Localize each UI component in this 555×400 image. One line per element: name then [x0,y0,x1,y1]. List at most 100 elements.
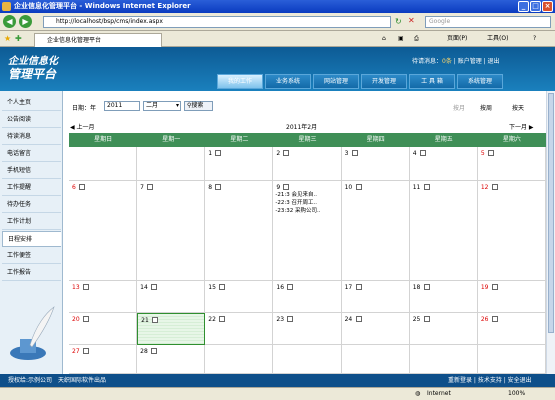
event-item[interactable]: -22:3 召开周工.. [275,200,317,207]
event-item[interactable]: -23:32 采购公司.. [275,208,320,215]
calendar-cell[interactable]: 20 [69,313,138,345]
calendar-cell[interactable]: 25 [409,313,478,345]
calendar-cell[interactable]: 11 [409,181,478,281]
footer-links[interactable]: 重新登录 | 技术支持 | 安全退出 [448,374,532,387]
view-month-button[interactable]: 按月 [453,103,465,112]
add-note-icon[interactable] [219,284,226,290]
view-day-button[interactable]: 按天 [512,103,524,112]
tab-website[interactable]: 网站管理 [313,74,359,89]
add-note-icon[interactable] [152,317,159,323]
year-input[interactable]: 2011 [104,101,140,111]
add-note-icon[interactable] [79,184,85,190]
favorites-star-icon[interactable]: ★ [4,34,11,43]
add-note-icon[interactable] [151,284,158,290]
calendar-cell[interactable]: 17 [341,281,410,313]
add-note-icon[interactable] [491,184,498,190]
calendar-cell[interactable]: 4 [409,147,478,181]
browser-tab[interactable]: 企业信息化管理平台 [34,33,162,47]
calendar-cell[interactable]: 5 [477,147,546,181]
maximize-button[interactable]: □ [530,1,541,12]
add-note-icon[interactable] [355,316,362,322]
add-note-icon[interactable] [423,316,430,322]
sidebar-item-reports[interactable]: 工作报告 [2,265,61,281]
search-button[interactable]: ⚲搜索 [184,101,213,111]
add-note-icon[interactable] [491,316,498,322]
add-note-icon[interactable] [83,316,89,322]
tab-toolbox[interactable]: 工 具 箱 [409,74,455,89]
sidebar-item-notes[interactable]: 工作便签 [2,248,61,264]
page-menu[interactable]: 页面(P) [447,34,467,44]
month-select[interactable]: 二月 ▾ [143,101,181,111]
event-item[interactable]: -21:3 会见来自.. [275,192,317,199]
calendar-cell[interactable]: 28 [137,345,206,374]
account-link[interactable]: 账户管理 [458,58,482,65]
tools-menu[interactable]: 工具(O) [487,34,508,44]
tab-system[interactable]: 系统管理 [457,74,503,89]
search-input[interactable]: Google [425,16,551,28]
calendar-cell[interactable]: 14 [137,281,206,313]
calendar-cell[interactable]: 13 [69,281,138,313]
add-note-icon[interactable] [151,348,158,354]
logout-link[interactable]: 退出 [488,58,500,65]
add-note-icon[interactable] [491,284,498,290]
add-note-icon[interactable] [419,150,426,156]
sidebar-item-schedule[interactable]: 日程安排 [2,231,61,247]
sidebar-item-phone[interactable]: 电话留言 [2,146,61,162]
calendar-cell[interactable]: 10 [341,181,410,281]
calendar-cell[interactable]: 26 [477,313,546,345]
add-note-icon[interactable] [215,150,222,156]
next-month-link[interactable]: 下一月 ▶ [509,122,534,131]
calendar-cell[interactable]: 16 [273,281,342,313]
calendar-cell[interactable]: 23 [273,313,342,345]
sidebar-item-plans[interactable]: 工作计划 [2,214,61,230]
calendar-cell[interactable]: 22 [205,313,274,345]
add-note-icon[interactable] [287,316,294,322]
tab-development[interactable]: 开发管理 [361,74,407,89]
sidebar-item-tasks[interactable]: 待办任务 [2,197,61,213]
scrollbar-thumb[interactable] [548,93,554,333]
add-note-icon[interactable] [487,150,494,156]
add-note-icon[interactable] [423,284,430,290]
feed-icon[interactable]: ▣ [398,34,404,44]
add-favorite-icon[interactable]: ✚ [15,34,22,43]
calendar-cell[interactable]: 7 [137,181,206,281]
add-note-icon[interactable] [83,284,89,290]
add-note-icon[interactable] [147,184,154,190]
add-note-icon[interactable] [355,184,362,190]
close-button[interactable]: × [542,1,553,12]
calendar-cell[interactable]: 27 [69,345,138,374]
calendar-cell[interactable]: 18 [409,281,478,313]
add-note-icon[interactable] [283,184,290,190]
add-note-icon[interactable] [423,184,430,190]
calendar-cell[interactable]: 21 [137,313,206,345]
add-note-icon[interactable] [351,150,358,156]
zoom-label[interactable]: 100% [508,388,525,400]
add-note-icon[interactable] [355,284,362,290]
sidebar-item-notices[interactable]: 公告阅读 [2,112,61,128]
forward-icon[interactable]: ▶ [19,15,32,28]
add-note-icon[interactable] [283,150,290,156]
calendar-cell[interactable]: 3 [341,147,410,181]
add-note-icon[interactable] [215,184,222,190]
sidebar-item-messages[interactable]: 待读消息 [2,129,61,145]
vertical-scrollbar[interactable] [546,91,555,374]
print-icon[interactable]: ⎙ [414,34,419,44]
tab-business[interactable]: 业务系统 [265,74,311,89]
calendar-cell[interactable]: 19 [477,281,546,313]
sidebar-item-reminders[interactable]: 工作提醒 [2,180,61,196]
pending-count[interactable]: 0条 [442,58,452,65]
refresh-icon[interactable]: ↻ [395,17,402,26]
minimize-button[interactable]: _ [518,1,529,12]
calendar-cell[interactable]: 9 -21:3 会见来自.. -22:3 召开周工.. -23:32 采购公司.. [273,181,342,281]
calendar-cell[interactable]: 2 [273,147,342,181]
url-input[interactable]: http://localhost/bsp/cms/index.aspx [43,16,391,28]
calendar-cell[interactable]: 12 [477,181,546,281]
calendar-cell[interactable]: 8 [205,181,274,281]
stop-icon[interactable]: ✕ [408,16,415,25]
add-note-icon[interactable] [219,316,226,322]
back-icon[interactable]: ◀ [3,15,16,28]
sidebar-item-home[interactable]: 个人主页 [2,95,61,111]
add-note-icon[interactable] [287,284,294,290]
view-week-button[interactable]: 按周 [480,103,492,112]
add-note-icon[interactable] [83,348,89,354]
